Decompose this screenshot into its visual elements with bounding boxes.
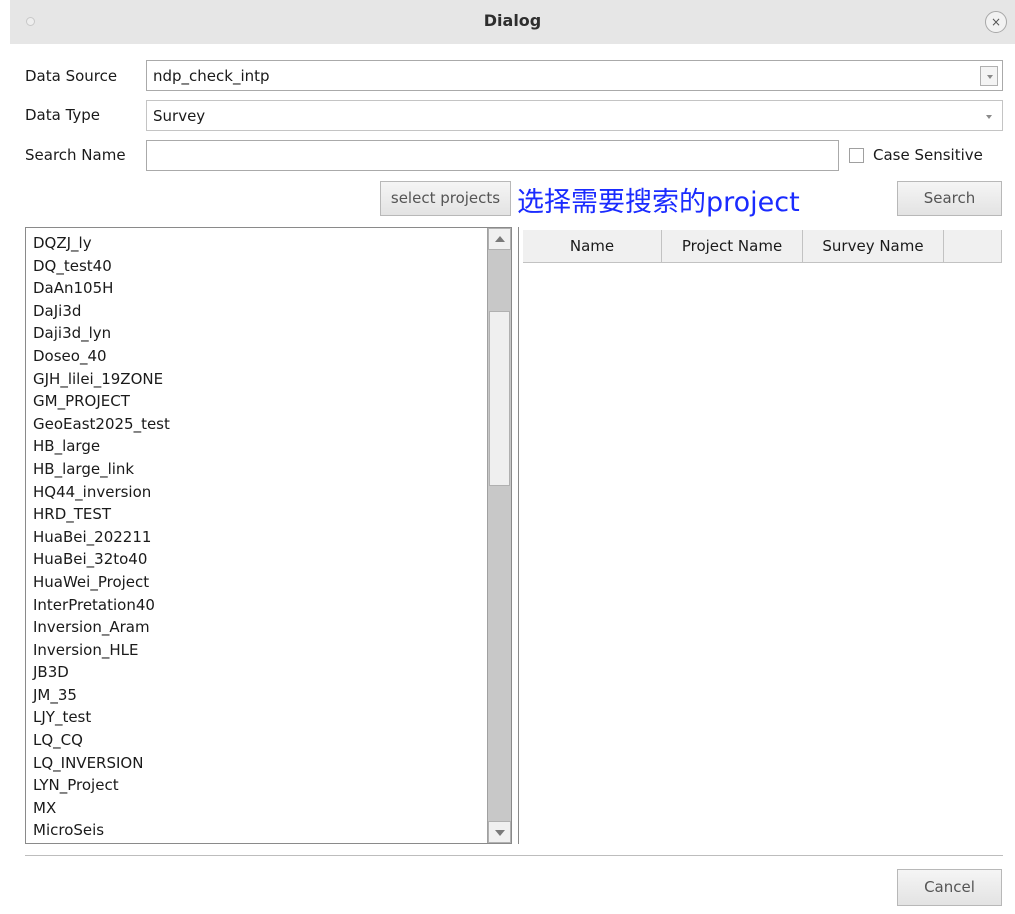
select-projects-button[interactable]: select projects <box>380 181 511 216</box>
list-item[interactable]: Doseo_40 <box>33 345 170 368</box>
data-source-value: ndp_check_intp <box>153 67 270 85</box>
list-item[interactable]: InterPretation40 <box>33 594 170 617</box>
search-name-input[interactable] <box>146 140 839 171</box>
list-item[interactable]: LQ_CQ <box>33 729 170 752</box>
chevron-down-icon <box>986 115 992 119</box>
list-item[interactable]: LJY_test <box>33 706 170 729</box>
list-item[interactable]: HuaWei_Project <box>33 571 170 594</box>
chevron-down-icon[interactable] <box>980 66 998 86</box>
case-sensitive-checkbox[interactable] <box>849 148 864 163</box>
list-item[interactable]: GeoEast2025_test <box>33 413 170 436</box>
case-sensitive-label: Case Sensitive <box>873 146 983 164</box>
list-item[interactable]: Daji3d_lyn <box>33 322 170 345</box>
search-name-label: Search Name <box>25 146 126 164</box>
list-item[interactable]: DaJi3d <box>33 300 170 323</box>
project-list-items: DQZJ_ly DQ_test40 DaAn105H DaJi3d Daji3d_lyn… <box>33 232 170 842</box>
scroll-down-icon[interactable] <box>488 821 511 843</box>
list-item[interactable]: Inversion_Aram <box>33 616 170 639</box>
column-header-filler <box>944 230 1002 263</box>
close-icon[interactable]: × <box>985 11 1007 33</box>
list-item[interactable]: MicroSeis <box>33 819 170 842</box>
list-item[interactable]: JM_35 <box>33 684 170 707</box>
data-type-value: Survey <box>153 107 206 125</box>
list-item[interactable]: JB3D <box>33 661 170 684</box>
project-list-scrollbar[interactable] <box>487 228 511 843</box>
scrollbar-thumb[interactable] <box>489 311 510 486</box>
search-button[interactable]: Search <box>897 181 1002 216</box>
list-item[interactable]: DQZJ_ly <box>33 232 170 255</box>
list-item[interactable]: DQ_test40 <box>33 255 170 278</box>
list-item[interactable]: GJH_lilei_19ZONE <box>33 368 170 391</box>
data-source-label: Data Source <box>25 67 118 85</box>
list-item[interactable]: MX <box>33 797 170 820</box>
window-title: Dialog <box>483 11 542 30</box>
list-item[interactable]: HuaBei_32to40 <box>33 548 170 571</box>
list-item[interactable]: HRD_TEST <box>33 503 170 526</box>
list-item[interactable]: HB_large_link <box>33 458 170 481</box>
data-type-label: Data Type <box>25 106 101 124</box>
list-item[interactable]: Inversion_HLE <box>33 639 170 662</box>
list-item[interactable]: HuaBei_202211 <box>33 526 170 549</box>
column-header-name[interactable]: Name <box>523 230 662 263</box>
divider <box>25 855 1003 856</box>
list-item[interactable]: GM_PROJECT <box>33 390 170 413</box>
list-item[interactable]: LQ_INVERSION <box>33 752 170 775</box>
column-header-project-name[interactable]: Project Name <box>662 230 803 263</box>
data-type-select[interactable]: Survey <box>146 100 1003 131</box>
list-item[interactable]: HB_large <box>33 435 170 458</box>
annotation-text: 选择需要搜索的project <box>517 187 800 218</box>
scroll-up-icon[interactable] <box>488 228 511 250</box>
list-item[interactable]: HQ44_inversion <box>33 481 170 504</box>
list-item[interactable]: DaAn105H <box>33 277 170 300</box>
project-list[interactable]: DQZJ_ly DQ_test40 DaAn105H DaJi3d Daji3d_lyn… <box>25 227 512 844</box>
cancel-button[interactable]: Cancel <box>897 869 1002 906</box>
results-table[interactable]: Name Project Name Survey Name <box>518 227 1002 844</box>
title-bar: Dialog × <box>10 0 1015 44</box>
column-header-survey-name[interactable]: Survey Name <box>803 230 944 263</box>
results-table-header: Name Project Name Survey Name <box>523 230 1002 263</box>
data-source-select[interactable]: ndp_check_intp <box>146 60 1003 91</box>
list-item[interactable]: LYN_Project <box>33 774 170 797</box>
